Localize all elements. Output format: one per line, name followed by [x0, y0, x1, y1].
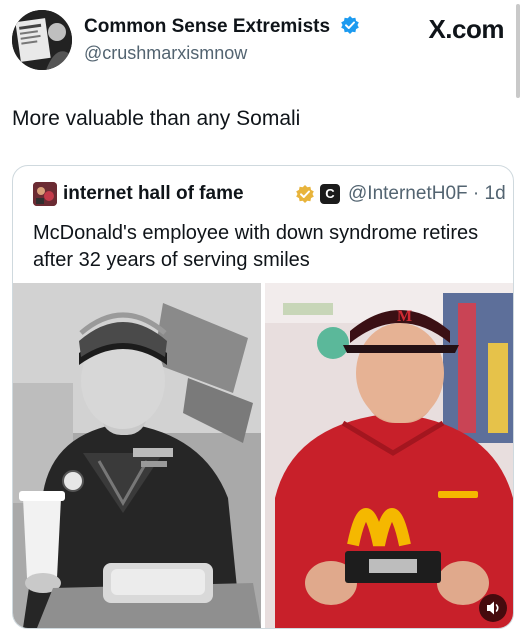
quoted-post-time[interactable]: · 1d: [473, 183, 506, 204]
quoted-post-image[interactable]: M: [13, 283, 513, 628]
post-header: Common Sense Extremists @crushmarxismnow…: [0, 0, 526, 98]
quoted-post-text: McDonald's employee with down syndrome r…: [33, 222, 479, 271]
scrollbar[interactable]: [516, 4, 520, 98]
source-site-label: X.com: [428, 14, 504, 44]
quoted-author-handle[interactable]: @InternetH0F: [348, 183, 468, 204]
svg-text:M: M: [397, 308, 412, 325]
gold-verified-badge-icon: [295, 184, 315, 210]
post-text: More valuable than any Somali: [12, 107, 301, 130]
quoted-author-avatar[interactable]: [33, 182, 57, 206]
quoted-author-name[interactable]: internet hall of fame: [63, 183, 244, 205]
author-avatar[interactable]: [12, 10, 72, 70]
author-name-row[interactable]: Common Sense Extremists: [84, 15, 360, 41]
quoted-author-meta: @InternetH0F · 1d: [348, 183, 506, 205]
quoted-post-card[interactable]: internet hall of fame C @InternetH0F · 1…: [12, 165, 514, 629]
speaker-icon[interactable]: [479, 594, 507, 622]
author-name[interactable]: Common Sense Extremists: [84, 16, 330, 37]
verified-badge-icon: [340, 15, 360, 41]
affiliate-badge-icon: C: [320, 184, 340, 204]
author-handle[interactable]: @crushmarxismnow: [84, 43, 247, 64]
